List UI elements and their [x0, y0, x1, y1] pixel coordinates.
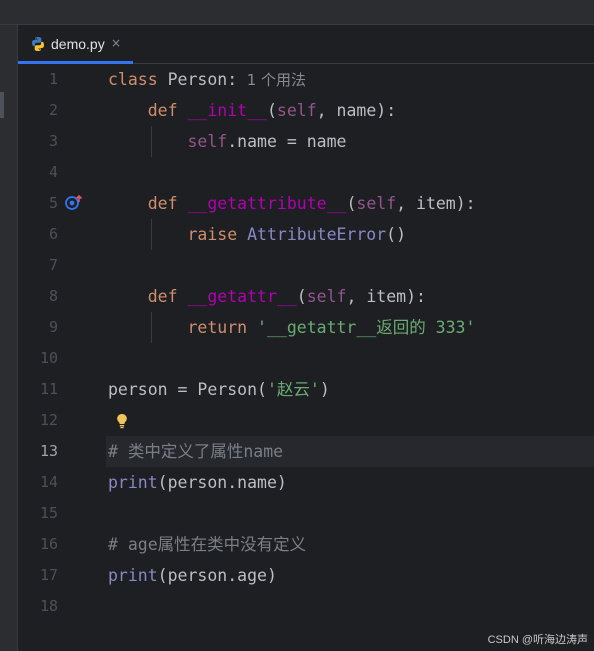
line-number: 3 — [48, 132, 58, 150]
line-number: 7 — [48, 256, 58, 274]
line-number: 15 — [39, 504, 58, 522]
close-paren: ) — [319, 380, 330, 399]
keyword: class — [108, 70, 158, 89]
keyword: return — [187, 318, 248, 337]
line-number: 2 — [48, 101, 58, 119]
code-line-5: def __getattribute__(self, item): — [108, 188, 476, 219]
editor-tab-bar: demo.py × — [18, 25, 594, 64]
code-line-13: # 类中定义了属性name — [108, 436, 283, 467]
line-number: 18 — [39, 597, 58, 615]
line-number: 12 — [39, 411, 58, 429]
code-line-3: self.name = name — [108, 126, 346, 157]
tab-close-icon[interactable]: × — [111, 34, 121, 52]
tool-window-strip — [0, 25, 18, 651]
ide-window: demo.py × 1 2 3 4 5 6 7 8 9 10 11 12 13 … — [0, 0, 594, 651]
code-line-17: print(person.age) — [108, 560, 277, 591]
statement: .name = name — [227, 132, 347, 151]
tab-filename: demo.py — [51, 36, 105, 52]
code-line-1: class Person: 1 个用法 — [108, 64, 306, 95]
keyword: def — [147, 101, 178, 120]
code-line-2: def __init__(self, name): — [108, 95, 396, 126]
code-line-6: raise AttributeError() — [108, 219, 406, 250]
call-args: (person.name) — [157, 473, 287, 492]
tab-demo-py[interactable]: demo.py × — [18, 25, 133, 64]
paren: ( — [346, 194, 357, 213]
keyword: raise — [187, 225, 238, 244]
class-name: Person: — [157, 70, 238, 89]
string-literal: '赵云' — [266, 380, 320, 399]
code-line-14: print(person.name) — [108, 467, 287, 498]
tool-window-marker[interactable] — [0, 92, 4, 118]
line-number: 9 — [48, 318, 58, 336]
comment: # age属性在类中没有定义 — [108, 535, 307, 554]
code-editor[interactable]: class Person: 1 个用法 def __init__(self, n… — [106, 64, 594, 651]
self-param: self — [356, 194, 397, 213]
call-parens: () — [386, 225, 407, 244]
self-ref: self — [187, 132, 228, 151]
line-number: 16 — [39, 535, 58, 553]
builtin-function: print — [108, 473, 158, 492]
comment: # 类中定义了属性name — [108, 442, 284, 461]
string-literal: '__getattr__返回的 333' — [257, 318, 476, 337]
code-line-9: return '__getattr__返回的 333' — [108, 312, 475, 343]
paren: ( — [296, 287, 307, 306]
params: , item): — [346, 287, 426, 306]
line-number: 14 — [39, 473, 58, 491]
override-method-icon[interactable] — [64, 193, 86, 211]
line-number-current: 13 — [39, 442, 58, 460]
keyword: def — [147, 287, 178, 306]
title-strip — [0, 0, 594, 25]
builtin-function: print — [108, 566, 158, 585]
paren: ( — [266, 101, 277, 120]
line-number-gutter: 1 2 3 4 5 6 7 8 9 10 11 12 13 14 15 16 1… — [18, 64, 106, 651]
line-number: 6 — [48, 225, 58, 243]
code-line-11: person = Person('赵云') — [108, 374, 330, 405]
line-number: 5 — [48, 194, 58, 212]
line-number: 8 — [48, 287, 58, 305]
params: , item): — [396, 194, 476, 213]
self-param: self — [276, 101, 317, 120]
line-number: 4 — [48, 163, 58, 181]
self-param: self — [306, 287, 347, 306]
method-name: __getattr__ — [187, 287, 297, 306]
line-number: 17 — [39, 566, 58, 584]
line-number: 10 — [39, 349, 58, 367]
method-name: __init__ — [187, 101, 267, 120]
watermark: CSDN @听海边涛声 — [487, 634, 588, 646]
keyword: def — [147, 194, 178, 213]
usages-hint[interactable]: 1 个用法 — [237, 71, 306, 89]
line-number: 11 — [39, 380, 58, 398]
assignment: person = Person( — [108, 380, 267, 399]
params: , name): — [316, 101, 397, 120]
method-name: __getattribute__ — [187, 194, 347, 213]
python-file-icon — [32, 37, 44, 51]
line-number: 1 — [48, 70, 58, 88]
code-line-16: # age属性在类中没有定义 — [108, 529, 306, 560]
exception-class: AttributeError — [247, 225, 387, 244]
code-line-8: def __getattr__(self, item): — [108, 281, 426, 312]
call-args: (person.age) — [157, 566, 277, 585]
